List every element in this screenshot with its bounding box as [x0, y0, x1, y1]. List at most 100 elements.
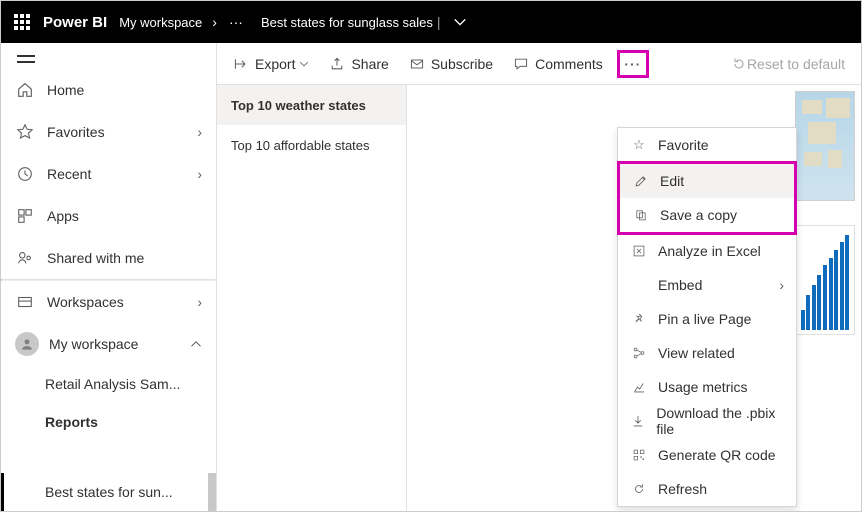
pin-icon [630, 312, 648, 326]
report-pages-panel: Top 10 weather states Top 10 affordable … [217, 85, 407, 511]
menu-favorite-label: Favorite [658, 137, 709, 153]
reset-icon [731, 56, 747, 72]
pencil-icon [632, 174, 650, 188]
menu-view-related[interactable]: View related [618, 336, 796, 370]
share-label: Share [351, 56, 388, 72]
share-icon [329, 56, 345, 72]
chevron-right-icon: › [197, 294, 202, 310]
chevron-right-icon: › [197, 124, 202, 140]
reset-button[interactable]: Reset to default [731, 56, 855, 72]
export-label: Export [255, 56, 295, 72]
menu-download-label: Download the .pbix file [656, 405, 784, 437]
waffle-icon [14, 14, 30, 30]
more-options-menu: ☆ Favorite Edit Save a copy [617, 127, 797, 507]
chevron-right-icon: › [212, 14, 217, 30]
apps-icon [15, 206, 35, 226]
menu-view-related-label: View related [658, 345, 735, 361]
menu-qr-label: Generate QR code [658, 447, 776, 463]
title-dropdown-button[interactable] [453, 15, 467, 29]
export-icon [233, 56, 249, 72]
nav-recent[interactable]: Recent › [1, 153, 216, 195]
menu-pin[interactable]: Pin a live Page [618, 302, 796, 336]
page-tab-weather[interactable]: Top 10 weather states [217, 85, 406, 125]
nav-my-workspace[interactable]: My workspace [1, 323, 216, 365]
menu-save-copy[interactable]: Save a copy [620, 198, 794, 232]
report-toolbar: Export Share Subscribe [217, 43, 861, 85]
chart-icon [630, 380, 648, 394]
menu-download[interactable]: Download the .pbix file [618, 404, 796, 438]
menu-save-copy-label: Save a copy [660, 207, 737, 223]
breadcrumb-ellipsis[interactable]: ··· [229, 14, 243, 30]
related-icon [630, 346, 648, 360]
comment-icon [513, 56, 529, 72]
nav-sub-current-label: Best states for sun... [45, 484, 173, 500]
chevron-right-icon: › [779, 277, 784, 293]
report-title: Best states for sunglass sales [261, 15, 433, 30]
nav-scrollbar[interactable] [208, 473, 216, 511]
export-button[interactable]: Export [223, 43, 319, 84]
nav-shared-label: Shared with me [47, 250, 144, 266]
left-nav: Home Favorites › Recent › Apps [1, 43, 217, 511]
subscribe-label: Subscribe [431, 56, 493, 72]
nav-sub-reports[interactable]: Reports [1, 403, 216, 441]
bar-chart-visual[interactable] [795, 225, 855, 335]
mail-icon [409, 56, 425, 72]
content-area: Export Share Subscribe [217, 43, 861, 511]
nav-sub-current-report[interactable]: Best states for sun... [1, 473, 216, 511]
menu-edit[interactable]: Edit [620, 164, 794, 198]
chevron-down-icon [453, 15, 467, 29]
nav-sub-retail[interactable]: Retail Analysis Sam... [1, 365, 216, 403]
breadcrumb-workspace[interactable]: My workspace [119, 15, 202, 30]
subscribe-button[interactable]: Subscribe [399, 43, 503, 84]
chevron-up-icon [190, 338, 202, 350]
nav-shared[interactable]: Shared with me [1, 237, 216, 279]
nav-favorites[interactable]: Favorites › [1, 111, 216, 153]
chevron-right-icon: › [197, 166, 202, 182]
nav-apps[interactable]: Apps [1, 195, 216, 237]
shared-icon [15, 248, 35, 268]
menu-usage[interactable]: Usage metrics [618, 370, 796, 404]
app-launcher-button[interactable] [7, 7, 37, 37]
refresh-icon [630, 482, 648, 496]
nav-favorites-label: Favorites [47, 124, 105, 140]
home-icon [15, 80, 35, 100]
workspaces-icon [15, 292, 35, 312]
menu-usage-label: Usage metrics [658, 379, 747, 395]
nav-apps-label: Apps [47, 208, 79, 224]
hamburger-icon [17, 55, 35, 57]
comments-label: Comments [535, 56, 603, 72]
nav-home[interactable]: Home [1, 69, 216, 111]
nav-my-workspace-label: My workspace [49, 336, 138, 352]
menu-edit-label: Edit [660, 173, 684, 189]
app-header: Power BI My workspace › ··· Best states … [1, 1, 861, 43]
excel-icon [630, 244, 648, 258]
brand-label: Power BI [43, 14, 107, 31]
more-options-button[interactable]: ··· [617, 50, 649, 78]
menu-favorite[interactable]: ☆ Favorite [618, 128, 796, 162]
star-icon: ☆ [630, 137, 648, 153]
menu-embed-label: Embed [658, 277, 702, 293]
menu-analyze-excel[interactable]: Analyze in Excel [618, 234, 796, 268]
star-icon [15, 122, 35, 142]
menu-analyze-excel-label: Analyze in Excel [658, 243, 761, 259]
menu-refresh-label: Refresh [658, 481, 707, 497]
clock-icon [15, 164, 35, 184]
share-button[interactable]: Share [319, 43, 398, 84]
menu-embed[interactable]: Embed › [618, 268, 796, 302]
qr-icon [630, 448, 648, 462]
chevron-down-icon [299, 59, 309, 69]
page-tab-affordable[interactable]: Top 10 affordable states [217, 125, 406, 165]
avatar-icon [15, 332, 39, 356]
ellipsis-icon: ··· [624, 56, 641, 72]
nav-workspaces[interactable]: Workspaces › [1, 281, 216, 323]
nav-workspaces-label: Workspaces [47, 294, 124, 310]
title-separator: | [437, 14, 441, 30]
menu-qr[interactable]: Generate QR code [618, 438, 796, 472]
menu-pin-label: Pin a live Page [658, 311, 751, 327]
menu-refresh[interactable]: Refresh [618, 472, 796, 506]
comments-button[interactable]: Comments [503, 43, 613, 84]
download-icon [630, 414, 646, 428]
reset-label: Reset to default [747, 56, 845, 72]
map-visual[interactable] [795, 91, 855, 201]
nav-toggle-button[interactable] [1, 43, 216, 69]
